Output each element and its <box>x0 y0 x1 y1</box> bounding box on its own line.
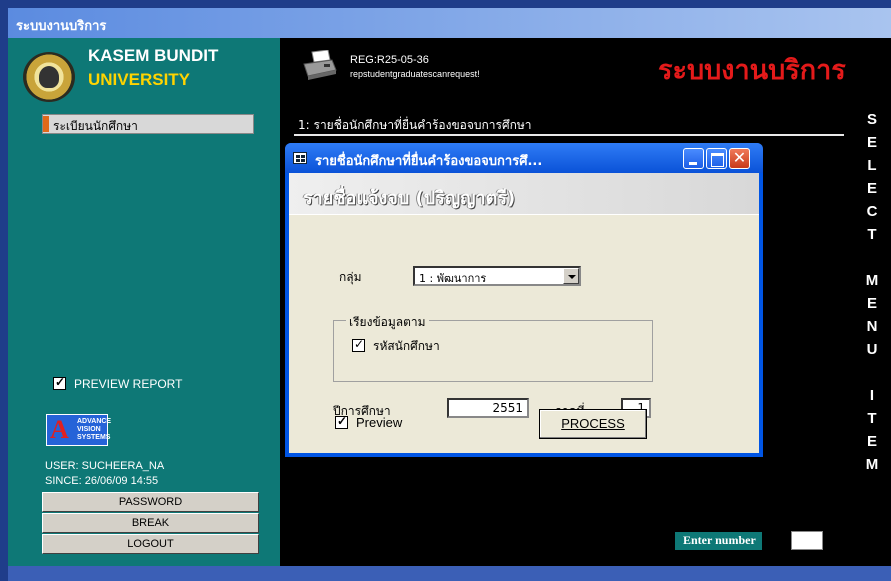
avs-logo-letter: A <box>50 415 69 444</box>
dialog-title-bar[interactable]: รายชื่อนักศึกษาที่ยื่นคำร้องขอจบการศึ...… <box>285 143 763 173</box>
avs-logo-text-line3: SYSTEMS <box>77 434 111 441</box>
vertical-letter: E <box>866 134 877 151</box>
vertical-letter: E <box>866 295 877 312</box>
sort-by-student-id-checkbox[interactable] <box>352 337 365 352</box>
window-menu-icon[interactable] <box>293 152 307 164</box>
university-name-line2: UNIVERSITY <box>88 70 191 89</box>
vertical-letter: T <box>867 226 877 243</box>
sidebar-item-label: ระเบียนนักศึกษา <box>53 119 138 133</box>
heading-divider <box>294 134 844 136</box>
vertical-letter <box>862 361 882 384</box>
group-select-value: 1 : พัฒนาการ <box>419 272 487 285</box>
vertical-letter: M <box>865 456 879 473</box>
minimize-button[interactable] <box>683 148 704 169</box>
dialog-header: รายชื่อแจ้งจบ (ปริญญาตรี) <box>289 173 759 215</box>
university-name-line1: KASEM BUNDIT <box>88 46 219 65</box>
vertical-letter <box>862 246 882 269</box>
report-dialog: รายชื่อนักศึกษาที่ยื่นคำร้องขอจบการศึ...… <box>285 143 763 457</box>
preview-report-label: PREVIEW REPORT <box>74 377 183 391</box>
vertical-letter: T <box>867 410 877 427</box>
vertical-letter: L <box>867 157 877 174</box>
enter-number-input[interactable] <box>791 531 823 550</box>
dialog-header-title: รายชื่อแจ้งจบ (ปริญญาตรี) <box>303 188 516 209</box>
report-code: REG:R25-05-36 <box>350 54 429 66</box>
avs-logo-text: ADVANCE VISION SYSTEMS <box>77 418 111 442</box>
vertical-letter: I <box>869 387 875 404</box>
enter-number-label: Enter number <box>675 532 762 550</box>
logout-button[interactable]: LOGOUT <box>42 534 259 554</box>
sort-groupbox-legend: เรียงข้อมูลตาม <box>346 313 429 332</box>
process-button[interactable]: PROCESS <box>539 409 647 439</box>
window-title: ระบบงานบริการ <box>16 19 107 34</box>
group-label: กลุ่ม <box>339 270 362 284</box>
selection-marker <box>43 116 49 132</box>
password-button[interactable]: PASSWORD <box>42 492 259 512</box>
sort-by-student-id-option[interactable]: รหัสนักศึกษา <box>352 337 440 356</box>
report-name: repstudentgraduatescanrequest! <box>350 69 480 79</box>
chevron-down-icon[interactable] <box>563 268 579 284</box>
vertical-letter: M <box>865 272 879 289</box>
avs-logo-text-line1: ADVANCE <box>77 418 112 425</box>
vertical-letter: C <box>866 203 878 220</box>
bottom-status-bar <box>8 566 891 581</box>
close-button[interactable]: ✕ <box>729 148 750 169</box>
since-label: SINCE: 26/06/09 14:55 <box>45 475 159 487</box>
break-button[interactable]: BREAK <box>42 513 259 533</box>
sidebar-item-student-records[interactable]: ระเบียนนักศึกษา <box>42 114 254 134</box>
university-seal-logo <box>23 52 75 102</box>
academic-year-input[interactable]: 2551 <box>447 398 529 418</box>
group-select[interactable]: 1 : พัฒนาการ <box>413 266 581 286</box>
vertical-letter: U <box>866 341 878 358</box>
sidebar: KASEM BUNDIT UNIVERSITY ระเบียนนักศึกษา … <box>8 38 280 566</box>
dialog-body: รายชื่อแจ้งจบ (ปริญญาตรี) กลุ่ม 1 : พัฒน… <box>289 173 759 453</box>
advance-vision-systems-logo: A ADVANCE VISION SYSTEMS <box>46 414 111 446</box>
process-button-label: PROCESS <box>561 416 625 431</box>
preview-label: Preview <box>356 415 403 430</box>
preview-option[interactable]: Preview <box>335 414 403 430</box>
printer-icon <box>303 50 337 80</box>
report-heading: 1: รายชื่อนักศึกษาที่ยื่นคำร้องขอจบการศึ… <box>298 118 532 132</box>
system-name-title: ระบบงานบริการ <box>658 55 846 86</box>
preview-report-checkbox[interactable] <box>53 375 66 390</box>
app-window: ระบบงานบริการ KASEM BUNDIT UNIVERSITY ระ… <box>0 0 891 581</box>
dialog-title: รายชื่อนักศึกษาที่ยื่นคำร้องขอจบการศึ... <box>315 154 543 169</box>
vertical-letter: E <box>866 433 877 450</box>
select-menu-item-vertical-label: SELECT MENU ITEM <box>862 108 882 476</box>
preview-checkbox[interactable] <box>335 414 348 429</box>
maximize-button[interactable] <box>706 148 727 169</box>
preview-report-option[interactable]: PREVIEW REPORT <box>53 375 183 391</box>
sort-groupbox: เรียงข้อมูลตาม รหัสนักศึกษา <box>333 313 653 382</box>
vertical-letter: S <box>866 111 877 128</box>
avs-logo-text-line2: VISION <box>77 426 101 433</box>
vertical-letter: N <box>866 318 878 335</box>
sort-by-student-id-label: รหัสนักศึกษา <box>373 339 440 353</box>
window-title-bar: ระบบงานบริการ <box>8 8 891 38</box>
vertical-letter: E <box>866 180 877 197</box>
user-label: USER: SUCHEERA_NA <box>45 460 165 472</box>
